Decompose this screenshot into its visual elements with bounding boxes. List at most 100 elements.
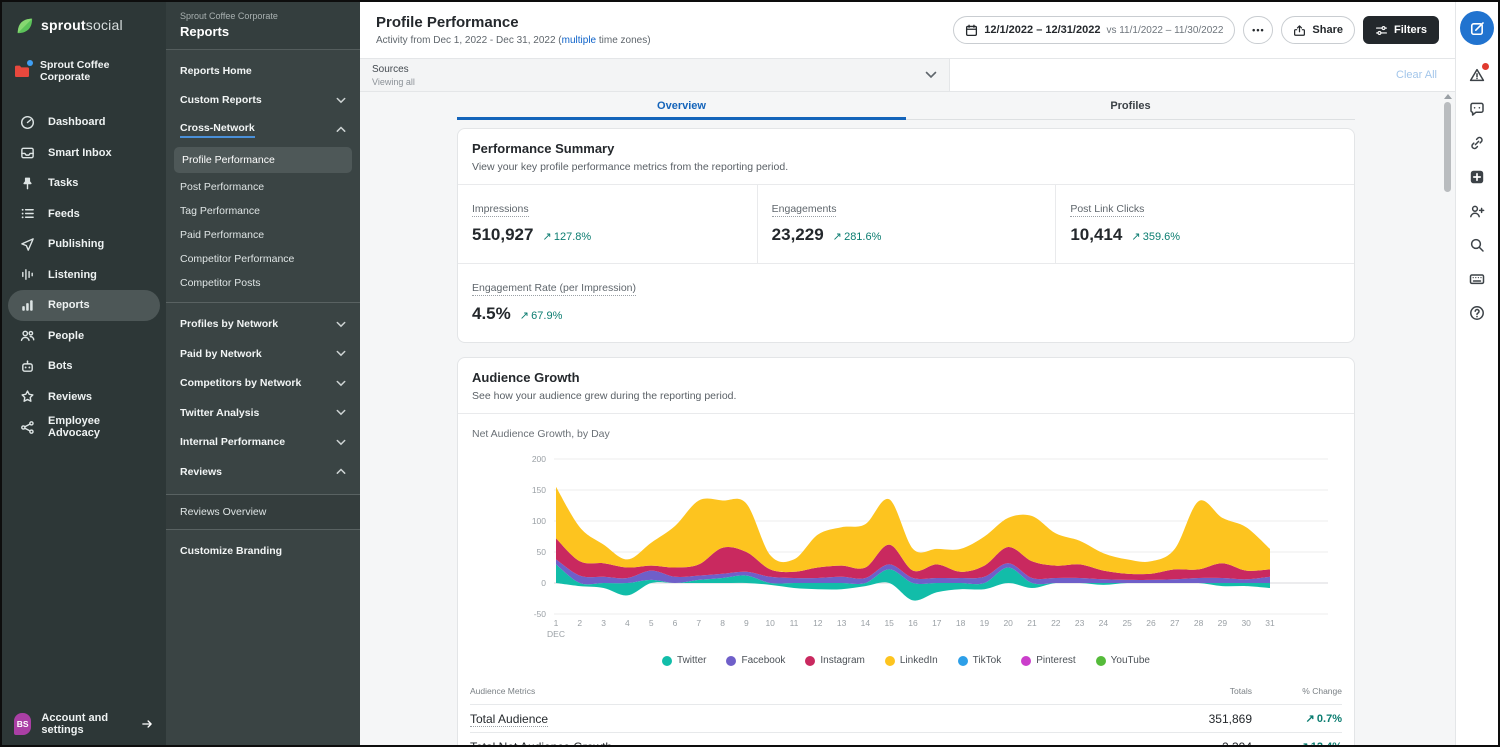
metric-label[interactable]: Engagement Rate (per Impression) <box>472 282 636 296</box>
add-button[interactable] <box>1469 160 1485 194</box>
reports-section-reports-home[interactable]: Reports Home <box>166 56 360 86</box>
metric-label[interactable]: Post Link Clicks <box>1070 203 1144 217</box>
scrollbar[interactable] <box>1443 94 1452 734</box>
invite-button[interactable] <box>1469 194 1485 228</box>
compose-button[interactable] <box>1460 11 1494 45</box>
metric-label[interactable]: Engagements <box>772 203 837 217</box>
sidebar-item-publishing[interactable]: Publishing <box>8 229 160 260</box>
metric-value: 510,927 <box>472 225 533 245</box>
alerts-button[interactable] <box>1469 58 1485 92</box>
reports-item-post-performance[interactable]: Post Performance <box>166 175 360 199</box>
legend-item-youtube[interactable]: YouTube <box>1096 655 1150 666</box>
add-icon <box>1469 169 1485 185</box>
legend-item-pinterest[interactable]: Pinterest <box>1021 655 1075 666</box>
reports-section-paid-by-network[interactable]: Paid by Network <box>166 339 360 369</box>
sidebar-item-tasks[interactable]: Tasks <box>8 168 160 199</box>
scrollbar-thumb[interactable] <box>1444 102 1451 192</box>
svg-text:-50: -50 <box>534 609 547 619</box>
reports-item-competitor-performance[interactable]: Competitor Performance <box>166 247 360 271</box>
date-range-picker[interactable]: 12/1/2022 – 12/31/2022 vs 11/1/2022 – 11… <box>953 16 1235 44</box>
multiple-timezones-link[interactable]: multiple <box>562 35 596 46</box>
legend-item-linkedin[interactable]: LinkedIn <box>885 655 938 666</box>
tab-overview[interactable]: Overview <box>457 96 906 119</box>
legend-label: TikTok <box>973 655 1002 666</box>
share-button[interactable]: Share <box>1281 16 1355 44</box>
link-button[interactable] <box>1469 126 1485 160</box>
sidebar-item-dashboard[interactable]: Dashboard <box>8 107 160 138</box>
sidebar-item-reports[interactable]: Reports <box>8 290 160 321</box>
svg-text:200: 200 <box>532 454 546 464</box>
reports-entry-label: Paid Performance <box>180 229 264 241</box>
reports-item-profile-performance[interactable]: Profile Performance <box>174 147 352 173</box>
sidebar-item-feeds[interactable]: Feeds <box>8 199 160 230</box>
metric-impressions: Impressions 510,927 ↗ 127.8% <box>458 185 757 263</box>
reports-section-internal-performance[interactable]: Internal Performance <box>166 428 360 458</box>
reports-item-reviews-overview[interactable]: Reviews Overview <box>166 495 360 529</box>
svg-text:3: 3 <box>601 618 606 628</box>
sidebar-item-listening[interactable]: Listening <box>8 260 160 291</box>
stacked-area-chart: 200150100500-501234567891011121314151617… <box>470 450 1336 642</box>
tab-profiles[interactable]: Profiles <box>906 96 1355 119</box>
reports-section-custom-reports[interactable]: Custom Reports <box>166 86 360 116</box>
svg-text:23: 23 <box>1075 618 1085 628</box>
reports-section-customize-branding[interactable]: Customize Branding <box>166 537 360 567</box>
svg-text:50: 50 <box>537 547 547 557</box>
scroll-up-arrow[interactable] <box>1444 94 1452 99</box>
keyboard-button[interactable] <box>1469 262 1485 296</box>
legend-item-instagram[interactable]: Instagram <box>805 655 864 666</box>
help-button[interactable] <box>1469 296 1485 330</box>
audience-title: Audience Growth <box>472 370 1340 385</box>
legend-dot <box>1096 656 1106 666</box>
sidebar-item-employee-advocacy[interactable]: Employee Advocacy <box>8 412 160 443</box>
keyboard-icon <box>1469 271 1485 287</box>
primary-sidebar: sproutsocial Sprout Coffee Corporate Das… <box>2 2 166 745</box>
legend-item-facebook[interactable]: Facebook <box>726 655 785 666</box>
reports-item-tag-performance[interactable]: Tag Performance <box>166 199 360 223</box>
metric-label[interactable]: Impressions <box>472 203 529 217</box>
account-and-settings[interactable]: BS Account and settings <box>2 705 166 745</box>
divider <box>166 529 360 530</box>
legend-item-twitter[interactable]: Twitter <box>662 655 706 666</box>
reports-section-reviews[interactable]: Reviews <box>166 457 360 487</box>
metric-engagements: Engagements 23,229 ↗ 281.6% <box>757 185 1056 263</box>
sprout-logo[interactable]: sproutsocial <box>2 2 166 45</box>
reports-section-cross-network[interactable]: Cross-Network <box>166 115 360 145</box>
reports-sidebar-header: Sprout Coffee Corporate Reports <box>166 2 360 50</box>
sprout-leaf-icon <box>14 15 34 35</box>
legend-item-tiktok[interactable]: TikTok <box>958 655 1002 666</box>
sidebar-item-reviews[interactable]: Reviews <box>8 382 160 413</box>
invite-icon <box>1469 203 1485 219</box>
svg-text:7: 7 <box>696 618 701 628</box>
page-header: Profile Performance Activity from Dec 1,… <box>360 2 1455 59</box>
legend-label: YouTube <box>1111 655 1150 666</box>
reports-section-competitors-by-network[interactable]: Competitors by Network <box>166 369 360 399</box>
svg-text:13: 13 <box>837 618 847 628</box>
help-icon <box>1469 305 1485 321</box>
sidebar-item-people[interactable]: People <box>8 321 160 352</box>
search-button[interactable] <box>1469 228 1485 262</box>
sources-dropdown[interactable]: Sources Viewing all <box>360 59 950 91</box>
reports-section-profiles-by-network[interactable]: Profiles by Network <box>166 310 360 340</box>
svg-text:30: 30 <box>1241 618 1251 628</box>
reports-item-competitor-posts[interactable]: Competitor Posts <box>166 271 360 295</box>
more-options-button[interactable]: ••• <box>1243 16 1273 44</box>
search-icon <box>1469 237 1485 253</box>
feedback-button[interactable] <box>1469 92 1485 126</box>
clear-all-button[interactable]: Clear All <box>1396 69 1437 81</box>
summary-metrics-row2: Engagement Rate (per Impression) 4.5% ↗ … <box>458 263 1354 342</box>
table-row-total-audience: Total Audience 351,869 ↗ 0.7% <box>470 704 1342 732</box>
account-switcher[interactable]: Sprout Coffee Corporate <box>2 45 166 89</box>
sidebar-item-smart-inbox[interactable]: Smart Inbox <box>8 138 160 169</box>
row-metric-label[interactable]: Total Audience <box>470 712 548 727</box>
row-metric-label[interactable]: Total Net Audience Growth <box>470 740 612 746</box>
page-title: Profile Performance <box>376 14 651 31</box>
reports-entry-label: Competitor Posts <box>180 277 261 289</box>
svg-text:4: 4 <box>625 618 630 628</box>
legend-label: Pinterest <box>1036 655 1075 666</box>
svg-text:11: 11 <box>790 618 799 628</box>
reports-entry-label: Paid by Network <box>180 348 262 360</box>
reports-section-twitter-analysis[interactable]: Twitter Analysis <box>166 398 360 428</box>
reports-item-paid-performance[interactable]: Paid Performance <box>166 223 360 247</box>
filters-button[interactable]: Filters <box>1363 16 1439 44</box>
sidebar-item-bots[interactable]: Bots <box>8 351 160 382</box>
